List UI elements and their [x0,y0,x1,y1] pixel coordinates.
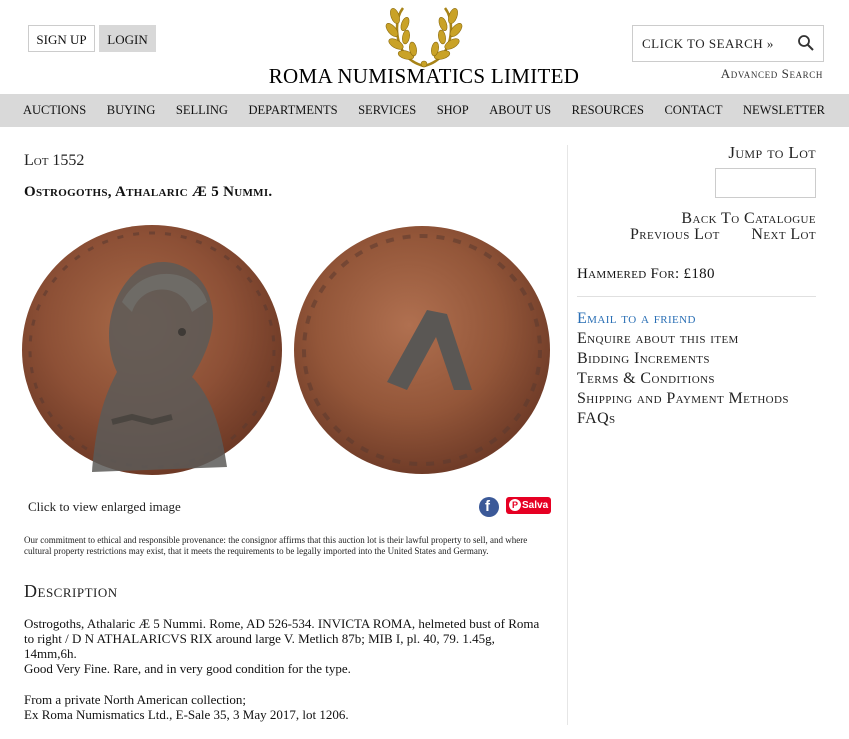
terms-conditions-link[interactable]: Terms & Conditions [577,369,789,389]
description-paragraph: Ex Roma Numismatics Ltd., E-Sale 35, 3 M… [24,707,349,722]
coin-image[interactable] [22,222,554,480]
previous-lot-link[interactable]: Previous Lot [630,226,720,244]
lot-actions-list: Email to a friend Enquire about this ite… [577,309,789,429]
nav-item-auctions[interactable]: AUCTIONS [23,103,86,118]
column-divider [567,145,568,725]
nav-item-departments[interactable]: DEPARTMENTS [248,103,337,118]
description-heading: Description [24,581,118,601]
search-placeholder[interactable]: CLICK TO SEARCH » [642,36,774,52]
nav-item-services[interactable]: SERVICES [358,103,416,118]
enquire-link[interactable]: Enquire about this item [577,329,789,349]
lot-number: Lot 1552 [24,152,85,169]
hammered-price: Hammered For: £180 [577,266,715,282]
nav-item-newsletter[interactable]: NEWSLETTER [743,103,825,118]
nav-item-selling[interactable]: SELLING [176,103,228,118]
enlarge-image-link[interactable]: Click to view enlarged image [28,499,181,515]
nav-item-shop[interactable]: SHOP [437,103,469,118]
main-nav: AUCTIONS BUYING SELLING DEPARTMENTS SERV… [0,94,849,127]
laurel-wreath-logo-icon[interactable] [383,4,465,70]
site-logo-text[interactable]: ROMA NUMISMATICS LIMITED [268,64,580,89]
bidding-increments-link[interactable]: Bidding Increments [577,349,789,369]
description-paragraph: Ostrogoths, Athalaric Æ 5 Nummi. Rome, A… [24,616,540,661]
login-button[interactable]: LOGIN [99,25,156,52]
facebook-share-icon[interactable] [479,497,499,517]
site-header: SIGN UP LOGIN ROMA NUMISMATICS LIMITED C… [0,0,849,94]
jump-to-lot-label: Jump to Lot [728,143,816,162]
coin-reverse [294,226,550,474]
pinterest-save-button[interactable]: Salva [506,497,551,514]
nav-item-about-us[interactable]: ABOUT US [489,103,551,118]
shipping-payment-link[interactable]: Shipping and Payment Methods [577,389,789,409]
next-lot-link[interactable]: Next Lot [751,226,816,244]
nav-item-buying[interactable]: BUYING [107,103,156,118]
faqs-link[interactable]: FAQs [577,409,789,429]
nav-item-contact[interactable]: CONTACT [664,103,722,118]
search-box[interactable]: CLICK TO SEARCH » [632,25,824,62]
description-paragraph: Good Very Fine. Rare, and in very good c… [24,661,351,676]
email-friend-link[interactable]: Email to a friend [577,309,789,329]
provenance-statement: Our commitment to ethical and responsibl… [24,535,528,556]
signup-button[interactable]: SIGN UP [28,25,95,52]
description-paragraph: From a private North American collection… [24,692,247,707]
advanced-search-link[interactable]: Advanced Search [721,66,823,82]
coin-obverse [22,225,282,475]
jump-to-lot-input[interactable] [715,168,816,198]
nav-item-resources[interactable]: RESOURCES [572,103,644,118]
search-icon[interactable] [797,34,815,52]
lot-title: Ostrogoths, Athalaric Æ 5 Nummi. [24,184,273,200]
sidebar-divider [577,296,816,297]
